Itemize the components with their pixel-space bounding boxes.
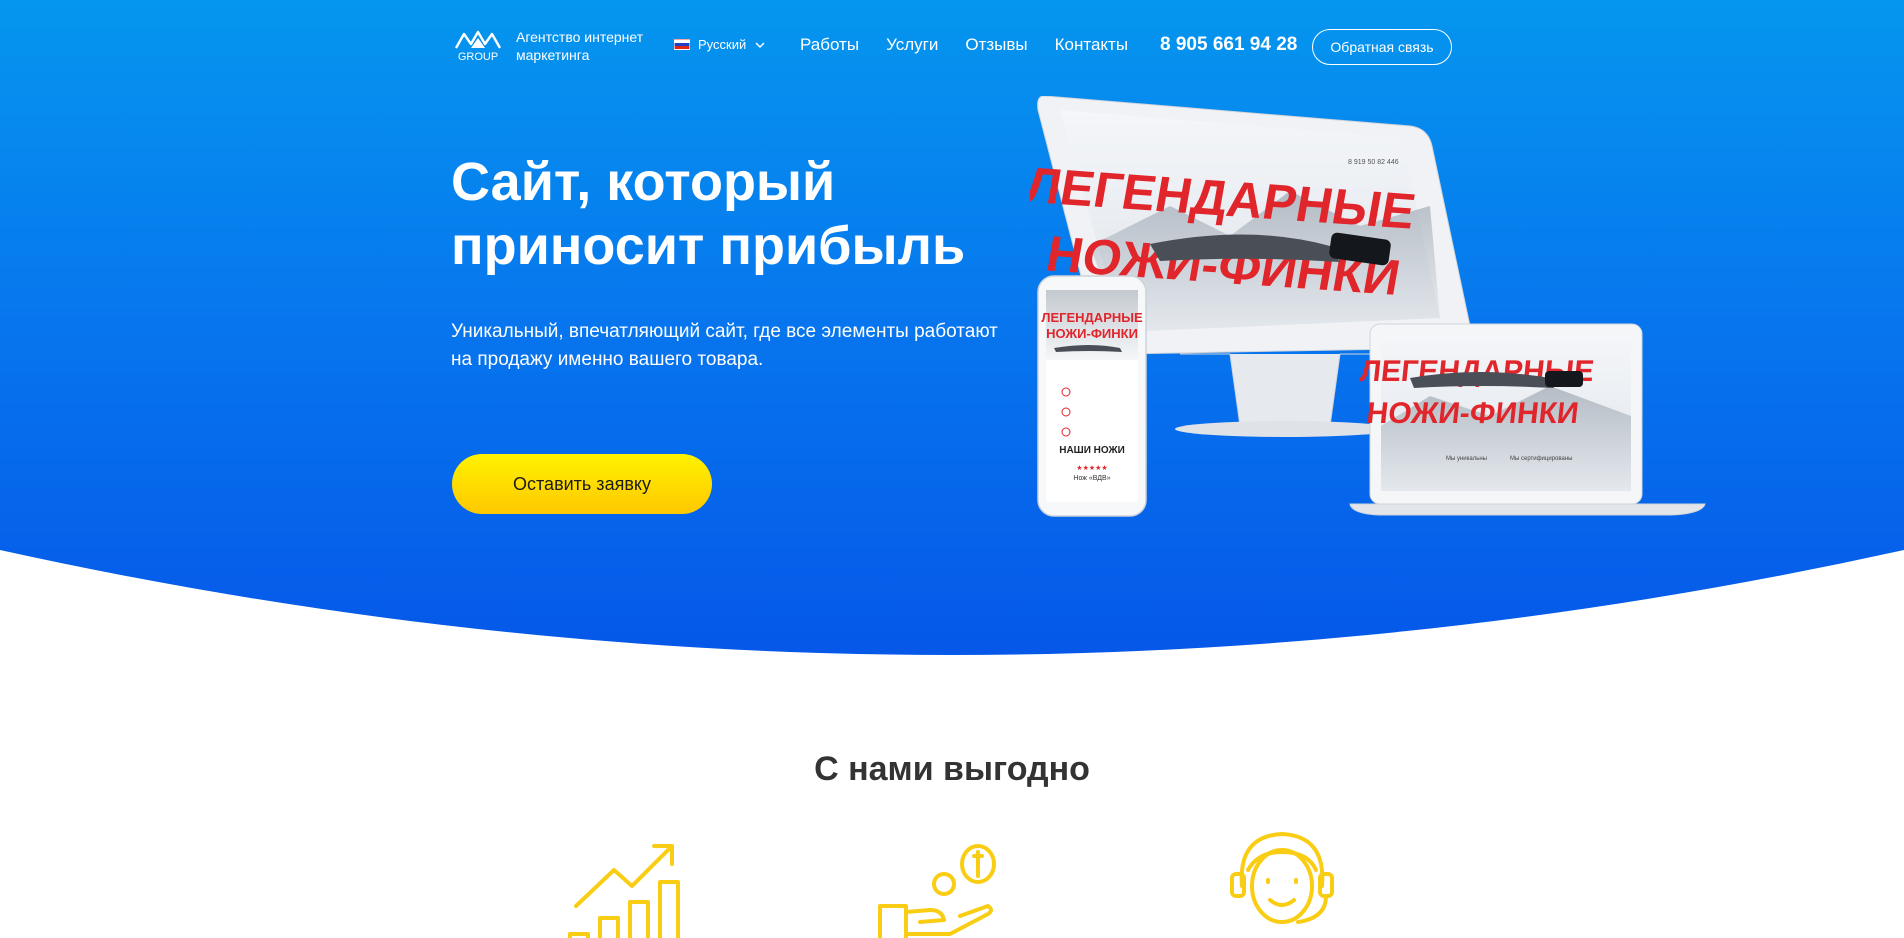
phone-mockup: ЛЕГЕНДАРНЫЕ НОЖИ-ФИНКИ НАШИ НОЖИ ★★★★★ Н… [1037,275,1147,517]
agency-tagline: Агентство интернет маркетинга [516,29,644,63]
site-header: GROUP Агентство интернет маркетинга Русс… [0,0,1904,92]
phone-stars: ★★★★★ [1076,464,1107,472]
phone-headline-1: ЛЕГЕНДАРНЫЕ [1041,310,1143,325]
logo-icon[interactable]: GROUP [452,28,504,62]
phone-number[interactable]: 8 905 661 94 28 [1160,33,1297,57]
laptop-mockup: ЛЕГЕНДАРНЫЕ НОЖИ-ФИНКИ Мы уникальны Мы с… [1349,323,1706,516]
coins-hand-icon [878,844,996,938]
laptop-headline-2: НОЖИ-ФИНКИ [1365,397,1580,430]
hero-section: GROUP Агентство интернет маркетинга Русс… [0,0,1904,670]
callback-button[interactable]: Обратная связь [1312,29,1452,65]
submit-request-button[interactable]: Оставить заявку [452,454,712,514]
device-mockup-image: ЛЕГЕНДАРНЫЕ НОЖИ-ФИНКИ 8 919 50 82 446 Л… [1030,96,1706,517]
russia-flag-icon [674,39,690,50]
main-nav: Работы Услуги Отзывы Контакты [800,34,1128,56]
nav-link-services[interactable]: Услуги [886,34,938,56]
hero-subtitle: Уникальный, впечатляющий сайт, где все э… [451,321,998,370]
nav-link-reviews[interactable]: Отзывы [965,34,1027,56]
nav-link-works[interactable]: Работы [800,34,859,56]
phone-headline-2: НОЖИ-ФИНКИ [1046,326,1138,341]
laptop-feature-1: Мы уникальны [1446,456,1487,462]
support-operator-icon [1230,832,1334,924]
phone-section-title: НАШИ НОЖИ [1059,445,1125,456]
hero-curve-divider [0,550,1904,670]
benefits-title: С нами выгодно [814,750,1090,788]
laptop-feature-2: Мы сертифицированы [1510,456,1572,462]
growth-chart-icon [568,844,680,938]
language-label: Русский [698,37,747,52]
phone-product: Нож «ВДВ» [1073,475,1110,482]
hero-title: Сайт, который приносит прибыль [451,152,966,276]
language-selector[interactable]: Русский [674,37,766,52]
chevron-down-icon [755,42,765,48]
monitor-site-phone: 8 919 50 82 446 [1348,159,1399,166]
logo-text: GROUP [458,51,498,62]
nav-link-contacts[interactable]: Контакты [1055,34,1128,56]
